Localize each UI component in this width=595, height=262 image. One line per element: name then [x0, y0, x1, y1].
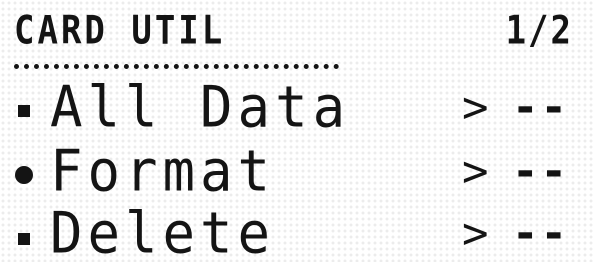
selected-bullet-icon: [15, 166, 33, 184]
menu-item-value: --: [512, 82, 569, 133]
chevron-right-icon: >: [462, 208, 489, 259]
screen-title: CARD UTIL: [14, 8, 226, 54]
title-underline: [14, 64, 339, 69]
bullet-icon: [18, 105, 30, 117]
bullet-icon: [18, 233, 30, 245]
chevron-right-icon: >: [462, 146, 489, 197]
menu-item-all-data[interactable]: All Data > --: [0, 74, 595, 140]
page-indicator: 1/2: [505, 8, 573, 54]
menu-item-value: --: [512, 208, 569, 259]
menu-item-label: All Data: [50, 74, 351, 141]
menu-item-format[interactable]: Format > --: [0, 138, 595, 204]
menu-item-value: --: [512, 146, 569, 197]
menu-item-delete[interactable]: Delete > --: [0, 200, 595, 262]
menu-item-label: Delete: [50, 200, 276, 262]
chevron-right-icon: >: [462, 82, 489, 133]
menu-item-label: Format: [50, 138, 276, 205]
lcd-screen: CARD UTIL 1/2 All Data > -- Format > -- …: [0, 0, 595, 262]
